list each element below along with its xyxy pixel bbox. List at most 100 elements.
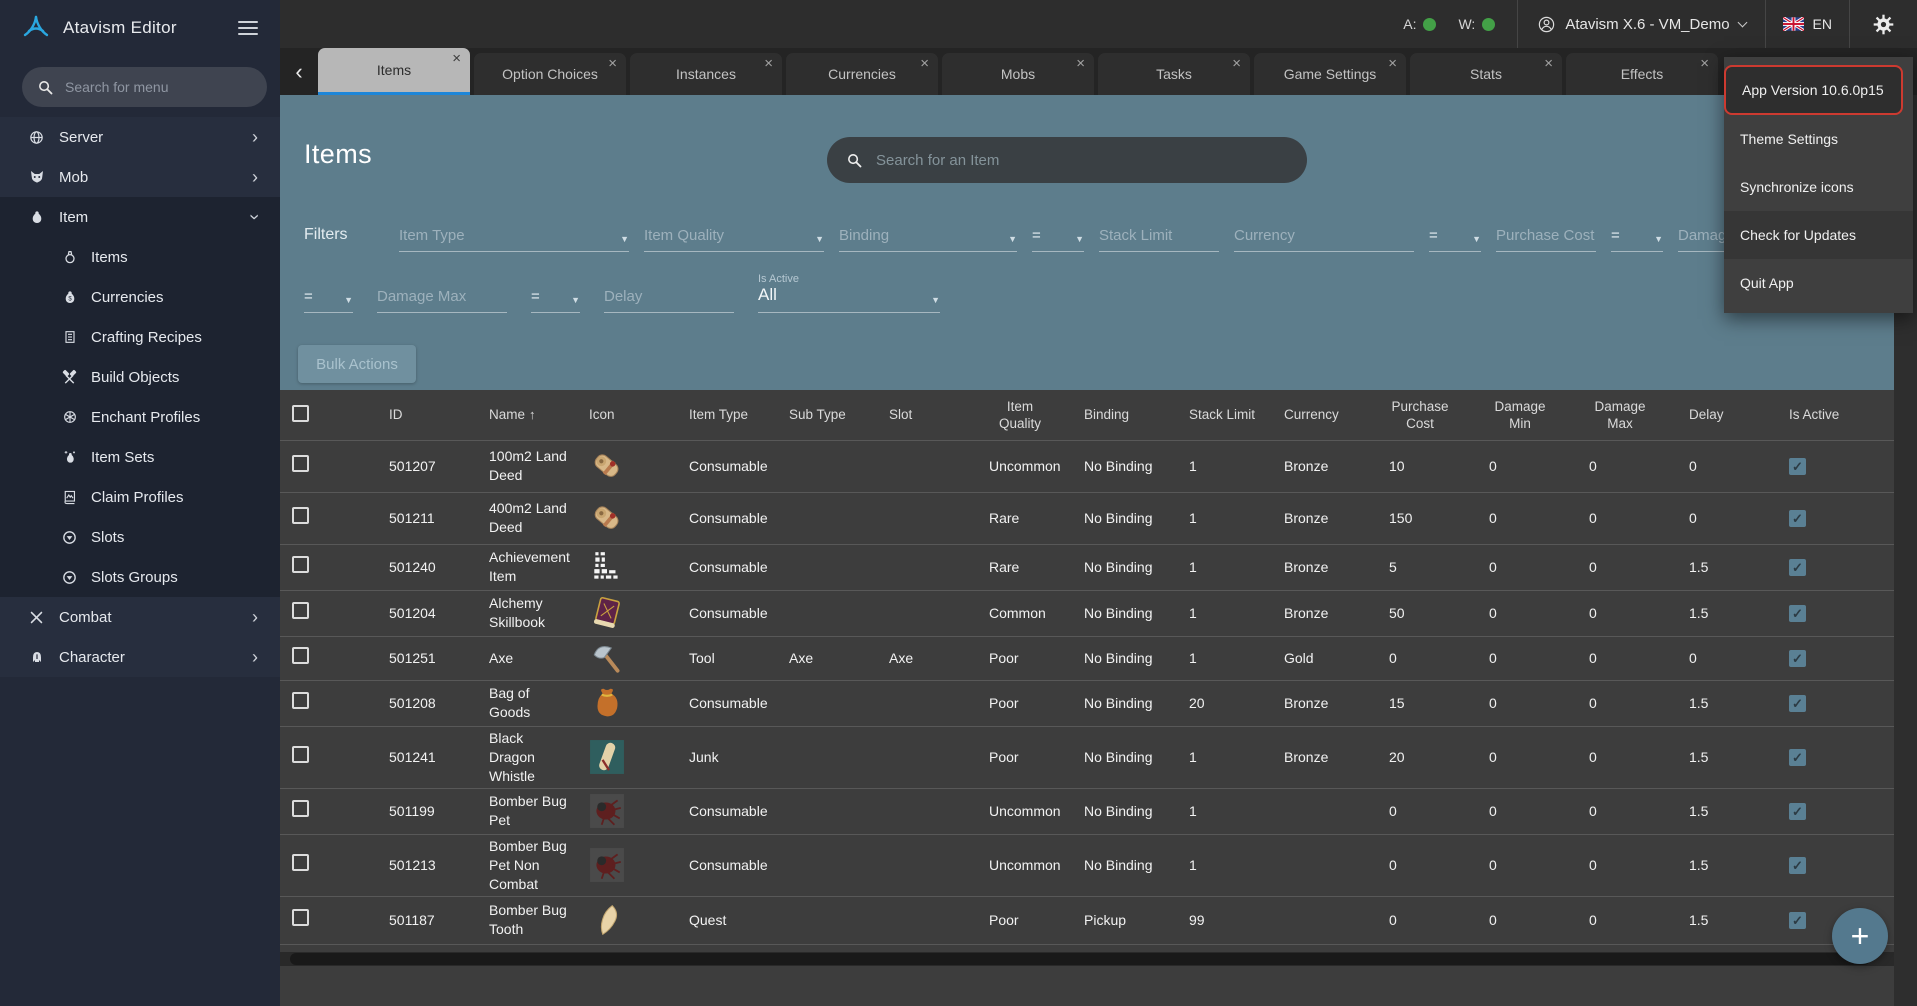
is-active-checkbox[interactable]: ✓ [1789, 510, 1806, 527]
filter-operator[interactable]: =▼ [1611, 214, 1663, 252]
chevron-down-icon[interactable]: › [246, 214, 264, 220]
column-header-damage-max[interactable]: Damage Max [1577, 390, 1677, 440]
hamburger-menu-icon[interactable] [238, 17, 258, 39]
sidebar-item-build-objects[interactable]: Build Objects [0, 357, 280, 397]
table-row[interactable]: 501241Black Dragon WhistleJunkPoorNo Bin… [280, 726, 1894, 788]
filter-delay[interactable]: Delay [604, 275, 734, 313]
tab-tasks[interactable]: Tasks× [1098, 53, 1250, 95]
chevron-right-icon[interactable]: › [252, 648, 258, 666]
sidebar-item-slots-groups[interactable]: Slots Groups [0, 557, 280, 597]
sidebar-item-claim-profiles[interactable]: Claim Profiles [0, 477, 280, 517]
column-header-damage-min[interactable]: Damage Min [1477, 390, 1577, 440]
tab-close-icon[interactable]: × [452, 51, 461, 66]
filter-binding[interactable]: Binding▼ [839, 214, 1017, 252]
sidebar-search-input[interactable] [65, 79, 240, 95]
row-checkbox[interactable] [292, 692, 309, 709]
is-active-checkbox[interactable]: ✓ [1789, 912, 1806, 929]
tab-close-icon[interactable]: × [1388, 56, 1397, 71]
tab-close-icon[interactable]: × [608, 56, 617, 71]
is-active-checkbox[interactable]: ✓ [1789, 458, 1806, 475]
row-checkbox[interactable] [292, 647, 309, 664]
table-row[interactable]: 501211400m2 Land DeedConsumableRareNo Bi… [280, 492, 1894, 544]
row-checkbox[interactable] [292, 556, 309, 573]
filter-operator[interactable]: =▼ [531, 275, 580, 313]
tab-mobs[interactable]: Mobs× [942, 53, 1094, 95]
row-checkbox[interactable] [292, 854, 309, 871]
row-checkbox[interactable] [292, 455, 309, 472]
tab-close-icon[interactable]: × [920, 56, 929, 71]
column-header-name[interactable]: Name↑ [477, 390, 577, 440]
column-header-sub-type[interactable]: Sub Type [777, 390, 877, 440]
tab-effects[interactable]: Effects× [1566, 53, 1718, 95]
column-header-binding[interactable]: Binding [1072, 390, 1177, 440]
filter-purchase-cost[interactable]: Purchase Cost [1496, 214, 1596, 252]
column-header-slot[interactable]: Slot [877, 390, 977, 440]
row-checkbox[interactable] [292, 507, 309, 524]
sidebar-item-crafting-recipes[interactable]: Crafting Recipes [0, 317, 280, 357]
table-row[interactable]: 501240Achievement ItemConsumableRareNo B… [280, 544, 1894, 590]
filter-item-quality[interactable]: Item Quality▼ [644, 214, 824, 252]
sidebar-item-character[interactable]: Character› [0, 637, 280, 677]
sidebar-item-currencies[interactable]: $Currencies [0, 277, 280, 317]
tab-close-icon[interactable]: × [1700, 56, 1709, 71]
column-header-is-active[interactable]: Is Active [1777, 390, 1894, 440]
is-active-checkbox[interactable]: ✓ [1789, 559, 1806, 576]
is-active-checkbox[interactable]: ✓ [1789, 650, 1806, 667]
sidebar-item-server[interactable]: Server› [0, 117, 280, 157]
is-active-checkbox[interactable]: ✓ [1789, 605, 1806, 622]
item-search[interactable] [827, 137, 1307, 183]
table-row[interactable]: 501251AxeToolAxeAxePoorNo Binding1Gold00… [280, 636, 1894, 680]
column-header-id[interactable]: ID [377, 390, 477, 440]
sidebar-item-items[interactable]: Items [0, 237, 280, 277]
sidebar-search[interactable] [22, 67, 267, 107]
tab-stats[interactable]: Stats× [1410, 53, 1562, 95]
horizontal-scrollbar-thumb[interactable] [290, 953, 1870, 965]
column-header-delay[interactable]: Delay [1677, 390, 1777, 440]
column-header-icon[interactable]: Icon [577, 390, 677, 440]
filter-damage-max[interactable]: Damage Max [377, 275, 507, 313]
tab-game-settings[interactable]: Game Settings× [1254, 53, 1406, 95]
tab-close-icon[interactable]: × [1544, 56, 1553, 71]
sidebar-item-mob[interactable]: Mob› [0, 157, 280, 197]
tab-close-icon[interactable]: × [1076, 56, 1085, 71]
tab-close-icon[interactable]: × [1232, 56, 1241, 71]
filter-is-active[interactable]: Is ActiveAll▼ [758, 275, 940, 313]
column-header-item-quality[interactable]: Item Quality [977, 390, 1072, 440]
bulk-actions-button[interactable]: Bulk Actions [298, 345, 416, 383]
chevron-right-icon[interactable]: › [252, 168, 258, 186]
tab-close-icon[interactable]: × [764, 56, 773, 71]
row-checkbox[interactable] [292, 800, 309, 817]
sidebar-item-slots[interactable]: Slots [0, 517, 280, 557]
filter-currency[interactable]: Currency [1234, 214, 1414, 252]
is-active-checkbox[interactable]: ✓ [1789, 803, 1806, 820]
menu-item-app-version-10-6-0p15[interactable]: App Version 10.6.0p15 [1724, 65, 1903, 115]
column-header-item-type[interactable]: Item Type [677, 390, 777, 440]
select-all-checkbox[interactable] [292, 405, 309, 422]
menu-item-synchronize-icons[interactable]: Synchronize icons [1724, 163, 1913, 211]
row-checkbox[interactable] [292, 602, 309, 619]
filter-item-type[interactable]: Item Type▼ [399, 214, 629, 252]
language-selector[interactable]: EN [1766, 16, 1849, 32]
tab-instances[interactable]: Instances× [630, 53, 782, 95]
filter-stack-limit[interactable]: Stack Limit [1099, 214, 1219, 252]
tab-option-choices[interactable]: Option Choices× [474, 53, 626, 95]
is-active-checkbox[interactable]: ✓ [1789, 695, 1806, 712]
column-header-stack-limit[interactable]: Stack Limit [1177, 390, 1272, 440]
table-row[interactable]: 501207100m2 Land DeedConsumableUncommonN… [280, 440, 1894, 492]
is-active-checkbox[interactable]: ✓ [1789, 857, 1806, 874]
is-active-checkbox[interactable]: ✓ [1789, 749, 1806, 766]
sidebar-item-combat[interactable]: Combat› [0, 597, 280, 637]
tab-currencies[interactable]: Currencies× [786, 53, 938, 95]
table-row[interactable]: 501187Bomber Bug ToothQuestPoorPickup990… [280, 896, 1894, 944]
column-header-purchase-cost[interactable]: Purchase Cost [1377, 390, 1477, 440]
chevron-right-icon[interactable]: › [252, 128, 258, 146]
sidebar-item-item[interactable]: Item› [0, 197, 280, 237]
filter-operator[interactable]: =▼ [1032, 214, 1084, 252]
sidebar-item-enchant-profiles[interactable]: Enchant Profiles [0, 397, 280, 437]
tab-scroll-left-icon[interactable]: ‹ [280, 61, 318, 83]
row-checkbox[interactable] [292, 909, 309, 926]
table-row[interactable]: 501213Bomber Bug Pet Non CombatConsumabl… [280, 834, 1894, 896]
filter-operator[interactable]: =▼ [304, 275, 353, 313]
settings-button[interactable] [1850, 14, 1917, 35]
table-row[interactable]: 501208Bag of GoodsConsumablePoorNo Bindi… [280, 680, 1894, 726]
